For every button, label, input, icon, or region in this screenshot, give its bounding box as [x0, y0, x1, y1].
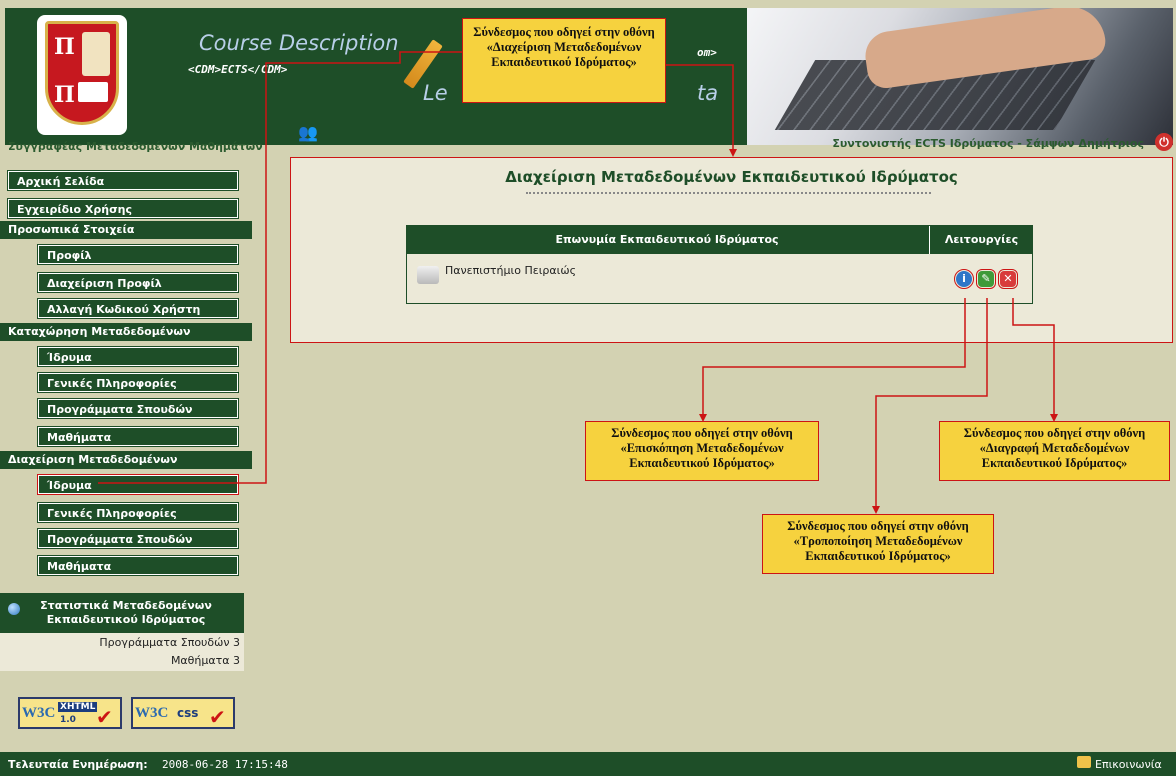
callout-delete-screen: Σύνδεσμος που οδηγεί στην οθόνη «Διαγραφ…	[939, 421, 1170, 481]
keyboard-photo	[747, 8, 1173, 145]
site-title-fragment: Le	[423, 81, 448, 105]
users-icon: 👥	[298, 123, 318, 142]
stats-title-line1: Στατιστικά Μεταδεδομένων	[40, 599, 212, 612]
logout-icon[interactable]: ⏻	[1155, 133, 1173, 151]
edit-button[interactable]: ✎	[976, 269, 996, 289]
nav-change-password[interactable]: Αλλαγή Κωδικού Χρήστη	[38, 299, 238, 318]
table-header: Επωνυμία Εκπαιδευτικού Ιδρύματος Λειτουρ…	[407, 226, 1032, 254]
site-title-fragment-end: ta	[697, 81, 719, 105]
callout-text: «Διαγραφή Μεταδεδομένων	[979, 441, 1130, 455]
callout-text: «Τροποποίηση Μεταδεδομένων	[793, 534, 963, 548]
callout-text: Εκπαιδευτικού Ιδρύματος»	[981, 456, 1128, 470]
callout-text: Εκπαιδευτικού Ιδρύματος»	[805, 549, 951, 563]
callout-text: Εκπαιδευτικού Ιδρύματος»	[491, 55, 637, 69]
site-title: Course Description	[199, 31, 399, 55]
envelope-icon	[1077, 756, 1091, 768]
nav-manual[interactable]: Εγχειρίδιο Χρήσης	[8, 199, 238, 218]
last-update-value: 2008-06-28 17:15:48	[162, 758, 288, 771]
callout-text: Σύνδεσμος που οδηγεί στην οθόνη	[611, 426, 793, 440]
site-subtitle: <CDM>ECTS</CDM>	[188, 63, 288, 76]
nav-entry-general[interactable]: Γενικές Πληροφορίες	[38, 373, 238, 392]
w3c-css-badge[interactable]: W3C css ✔	[131, 697, 235, 729]
author-role-label: Συγγραφέας Μεταδεδομένων Μαθημάτων	[8, 140, 263, 153]
section-entry: Καταχώρηση Μεταδεδομένων	[0, 323, 252, 341]
stat-programs: Προγράμματα Σπουδών 3	[99, 636, 240, 649]
callout-text: Σύνδεσμος που οδηγεί στην οθόνη	[963, 426, 1146, 440]
callout-text: «Διαχείριση Μεταδεδομένων	[486, 40, 642, 54]
page-title: Διαχείριση Μεταδεδομένων Εκπαιδευτικού Ι…	[505, 168, 958, 186]
callout-edit-screen: Σύνδεσμος που οδηγεί στην οθόνη «Τροποπο…	[762, 514, 994, 574]
nav-entry-courses[interactable]: Μαθήματα	[38, 427, 238, 446]
xhtml-tag: XHTML	[58, 702, 98, 712]
logo-shield-icon: ΠΠ	[45, 21, 119, 125]
callout-text: Σύνδεσμος που οδηγεί στην οθόνη	[473, 25, 655, 39]
callout-manage-screen: Σύνδεσμος που οδηγεί στην οθόνη «Διαχείρ…	[462, 18, 666, 103]
nav-manage-courses[interactable]: Μαθήματα	[38, 556, 238, 575]
title-divider	[526, 192, 931, 194]
stats-title-line2: Εκπαιδευτικού Ιδρύματος	[46, 613, 206, 626]
callout-view-screen: Σύνδεσμος που οδηγεί στην οθόνη «Επισκόπ…	[585, 421, 819, 481]
column-header-name: Επωνυμία Εκπαιδευτικού Ιδρύματος	[555, 233, 779, 246]
w3c-logo-css: W3C	[135, 705, 169, 721]
institution-name: Πανεπιστήμιο Πειραιώς	[445, 264, 577, 277]
delete-button[interactable]: ✕	[998, 269, 1018, 289]
university-logo: ΠΠ	[37, 15, 127, 135]
last-update-label: Τελευταία Ενημέρωση:	[8, 758, 148, 771]
nav-manage-programs[interactable]: Προγράμματα Σπουδών	[38, 529, 238, 548]
site-tag-fragment: om>	[697, 46, 717, 59]
w3c-logo-xhtml: W3C	[22, 705, 56, 721]
nav-home[interactable]: Αρχική Σελίδα	[8, 171, 238, 190]
checkmark-icon: ✔	[209, 705, 226, 729]
coordinator-label: Συντονιστής ECTS Ιδρύματος - Σάμψων Δημή…	[832, 137, 1144, 150]
nav-profile-manage[interactable]: Διαχείριση Προφίλ	[38, 273, 238, 292]
institutions-table: Επωνυμία Εκπαιδευτικού Ιδρύματος Λειτουρ…	[406, 225, 1033, 304]
view-info-button[interactable]: i	[954, 269, 974, 289]
stats-panel-header: Στατιστικά Μεταδεδομένων Εκπαιδευτικού Ι…	[0, 593, 244, 633]
section-manage: Διαχείριση Μεταδεδομένων	[0, 451, 252, 469]
footer: Τελευταία Ενημέρωση: 2008-06-28 17:15:48…	[0, 752, 1176, 776]
callout-text: Εκπαιδευτικού Ιδρύματος»	[629, 456, 775, 470]
callout-text: Σύνδεσμος που οδηγεί στην οθόνη	[787, 519, 969, 533]
callout-text: «Επισκόπηση Μεταδεδομένων	[620, 441, 784, 455]
stats-panel-body: Προγράμματα Σπουδών 3 Μαθήματα 3	[0, 633, 244, 671]
section-personal: Προσωπικά Στοιχεία	[0, 221, 252, 239]
checkmark-icon: ✔	[96, 705, 113, 729]
stat-courses: Μαθήματα 3	[170, 654, 240, 667]
nav-entry-programs[interactable]: Προγράμματα Σπουδών	[38, 399, 238, 418]
nav-manage-general[interactable]: Γενικές Πληροφορίες	[38, 503, 238, 522]
globe-icon	[8, 603, 20, 615]
xhtml-version: 1.0	[60, 715, 76, 725]
css-tag: css	[177, 706, 199, 720]
main-content-panel: Διαχείριση Μεταδεδομένων Εκπαιδευτικού Ι…	[290, 157, 1173, 343]
nav-entry-institution[interactable]: Ίδρυμα	[38, 347, 238, 366]
nav-profile[interactable]: Προφίλ	[38, 245, 238, 264]
w3c-xhtml-badge[interactable]: W3C XHTML 1.0 ✔	[18, 697, 122, 729]
contact-link[interactable]: Επικοινωνία	[1095, 758, 1162, 771]
column-header-operations: Λειτουργίες	[929, 226, 1033, 254]
nav-manage-institution[interactable]: Ίδρυμα	[37, 474, 239, 495]
folder-icon	[417, 266, 439, 284]
